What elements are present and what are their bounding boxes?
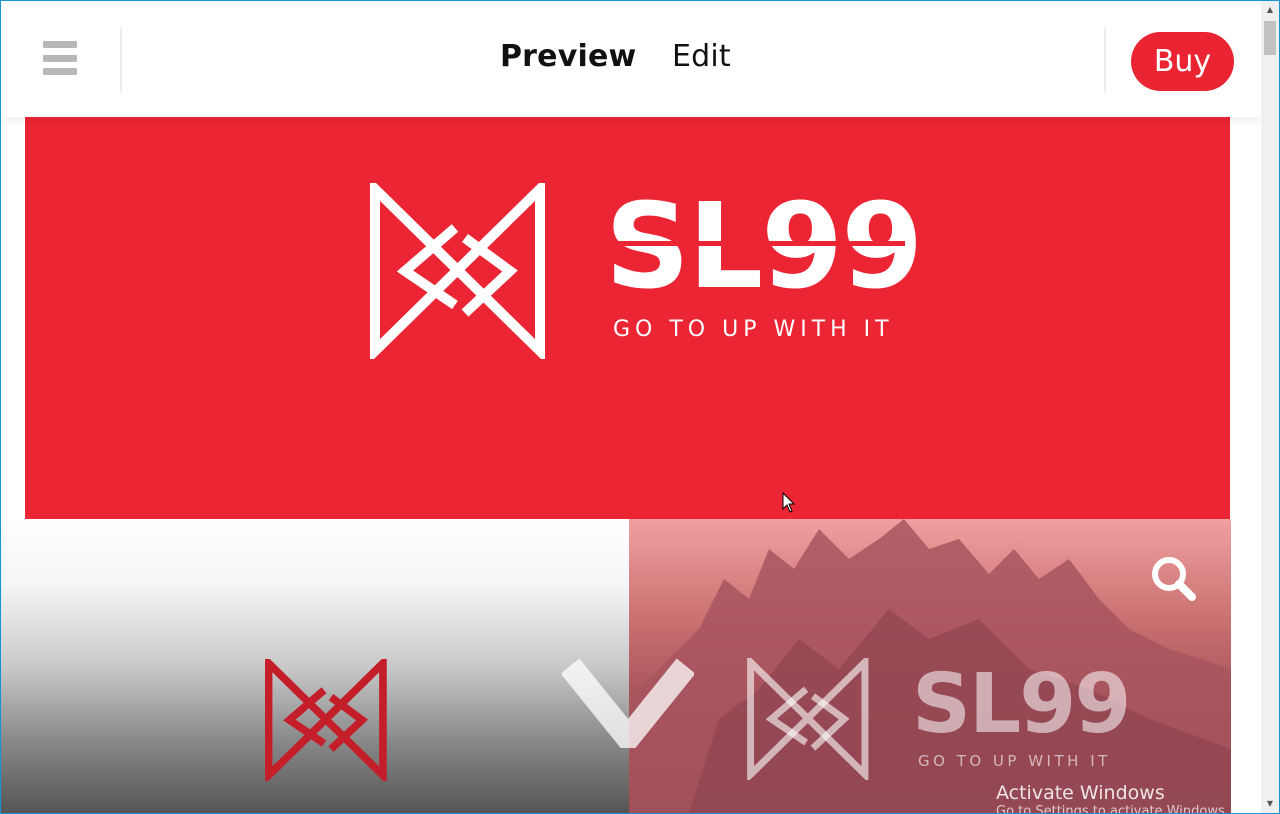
buy-button[interactable]: Buy <box>1131 32 1234 91</box>
hero-brand-text: SL99 <box>605 177 923 315</box>
activate-windows-subtitle: Go to Settings to activate Windows. <box>996 804 1226 814</box>
activate-windows-title: Activate Windows <box>996 782 1165 804</box>
bowtie-logo-icon-red <box>265 659 387 781</box>
chevron-down-icon[interactable] <box>562 658 694 748</box>
scroll-thumb[interactable] <box>1264 21 1276 55</box>
stencil-cut <box>605 241 905 246</box>
toolbar-divider-left <box>120 27 122 93</box>
thumbnail-brand-text: SL99 <box>912 657 1131 752</box>
search-icon[interactable] <box>1148 553 1198 603</box>
bowtie-logo-icon-white <box>747 658 869 780</box>
toolbar-divider-right <box>1104 27 1106 93</box>
hamburger-menu-icon[interactable] <box>43 41 77 75</box>
hero-tagline: GO TO UP WITH IT <box>613 317 894 342</box>
bowtie-logo-icon <box>370 183 545 359</box>
tab-preview[interactable]: Preview <box>500 39 636 74</box>
hero-banner: SL99 GO TO UP WITH IT <box>25 117 1230 519</box>
top-toolbar: Preview Edit Buy <box>1 1 1261 117</box>
scroll-down-arrow-icon[interactable]: ▼ <box>1261 795 1279 813</box>
thumbnail-tagline: GO TO UP WITH IT <box>918 752 1111 770</box>
mouse-cursor-icon <box>782 492 796 513</box>
tab-edit[interactable]: Edit <box>672 39 731 74</box>
vertical-scrollbar[interactable]: ▲ ▼ <box>1261 1 1279 813</box>
scroll-up-arrow-icon[interactable]: ▲ <box>1261 1 1279 19</box>
thumbnail-left[interactable] <box>1 519 629 813</box>
